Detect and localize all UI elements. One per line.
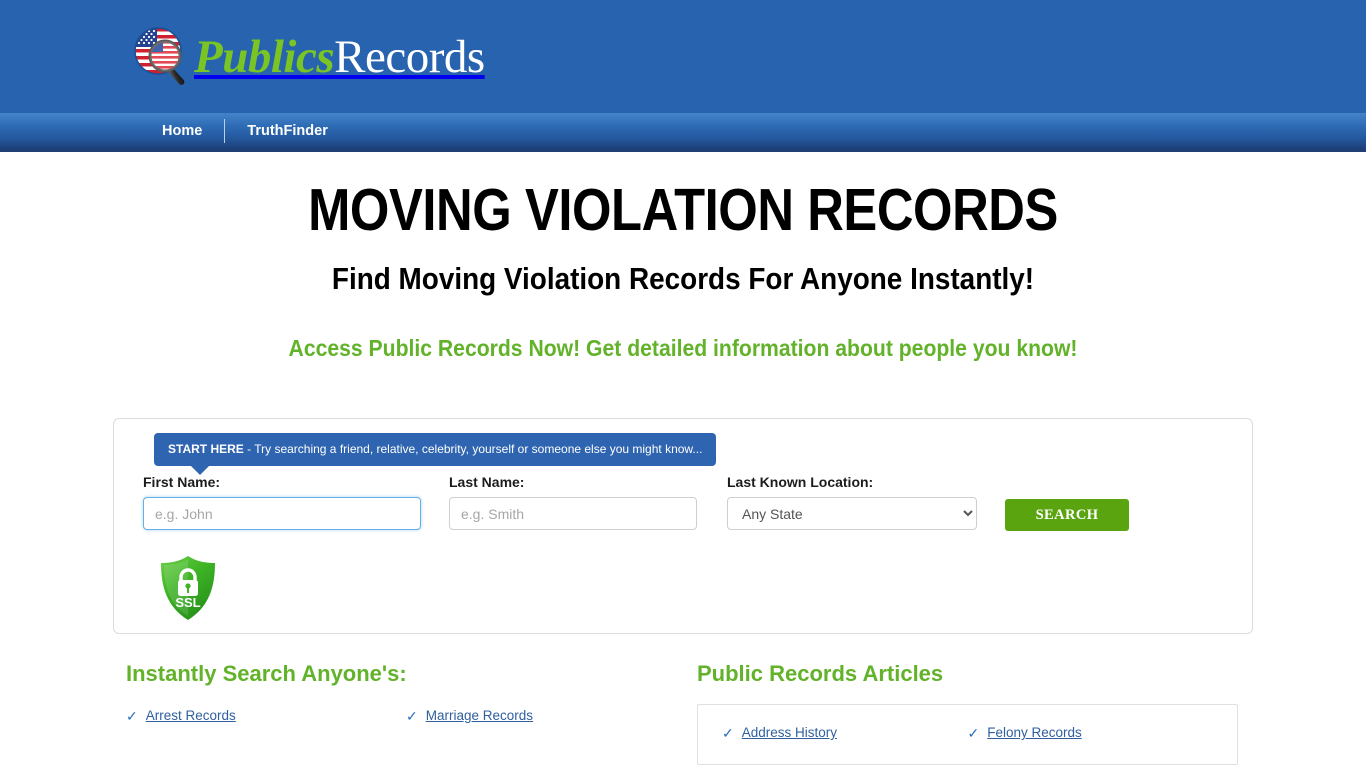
instant-search-title: Instantly Search Anyone's: [126, 661, 407, 686]
us-flag-magnifier-icon [126, 21, 198, 93]
logo-word-publics: Publics [194, 30, 335, 83]
first-name-label: First Name: [143, 474, 221, 490]
location-select[interactable]: Any State [727, 497, 977, 530]
location-field-group: Last Known Location: Any State [727, 475, 977, 530]
location-label: Last Known Location: [727, 474, 874, 490]
last-name-field-group: Last Name: [449, 475, 697, 530]
instant-search-column: Instantly Search Anyone's: ✓ Arrest Reco… [126, 661, 686, 741]
check-icon: ✓ [126, 707, 138, 724]
articles-box: ✓ Address History ✓ Felony Records [697, 704, 1238, 766]
link-felony-records[interactable]: Felony Records [987, 725, 1082, 740]
link-marriage-records[interactable]: Marriage Records [426, 708, 533, 723]
check-icon: ✓ [406, 707, 418, 724]
start-here-badge: START HERE - Try searching a friend, rel… [154, 433, 717, 475]
link-address-history[interactable]: Address History [742, 725, 837, 740]
articles-column: Public Records Articles ✓ Address Histor… [697, 661, 1238, 766]
instant-search-links: ✓ Arrest Records ✓ Marriage Records [126, 708, 686, 741]
articles-title: Public Records Articles [697, 661, 944, 686]
logo-word-records: Records [334, 30, 485, 83]
check-icon: ✓ [722, 724, 734, 741]
list-item: ✓ Arrest Records [126, 708, 406, 723]
check-icon: ✓ [967, 724, 980, 741]
main-navigation: Home TruthFinder [0, 113, 1366, 152]
last-name-input[interactable] [449, 497, 697, 530]
list-item: ✓ Marriage Records [406, 708, 686, 723]
search-panel: START HERE - Try searching a friend, rel… [113, 418, 1253, 634]
first-name-field-group: First Name: [143, 475, 421, 530]
nav-item-home[interactable]: Home [140, 113, 224, 149]
search-button[interactable]: SEARCH [1005, 499, 1129, 531]
link-arrest-records[interactable]: Arrest Records [146, 708, 236, 723]
page-title: MOVING VIOLATION RECORDS [308, 177, 1058, 243]
site-header: PublicsRecords [0, 0, 1366, 113]
page-subtitle: Find Moving Violation Records For Anyone… [331, 260, 1035, 296]
last-name-label: Last Name: [449, 474, 525, 490]
start-here-text: - Try searching a friend, relative, cele… [243, 442, 703, 456]
articles-links: ✓ Address History ✓ Felony Records [722, 725, 1213, 758]
page-tagline: Access Public Records Now! Get detailed … [288, 335, 1078, 362]
svg-text:SSL: SSL [175, 595, 200, 610]
list-item: ✓ Felony Records [968, 725, 1214, 740]
site-logo[interactable]: PublicsRecords [126, 17, 485, 97]
list-item: ✓ Address History [722, 725, 968, 740]
ssl-shield-lock-icon: SSL [157, 553, 219, 623]
hero-section: MOVING VIOLATION RECORDS Find Moving Vio… [0, 152, 1366, 361]
search-form: First Name: Last Name: Last Known Locati… [143, 475, 1223, 531]
first-name-input[interactable] [143, 497, 421, 530]
start-here-strong: START HERE [168, 442, 244, 456]
nav-item-truthfinder[interactable]: TruthFinder [225, 113, 350, 149]
logo-wordmark: PublicsRecords [194, 30, 485, 83]
